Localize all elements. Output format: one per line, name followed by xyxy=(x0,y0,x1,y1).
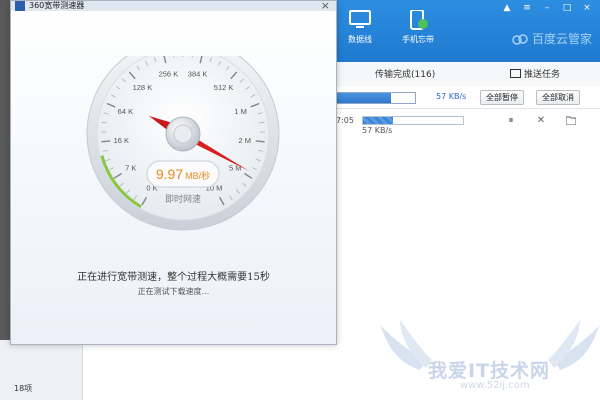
tool-phone-forgot[interactable]: 手机忘带 xyxy=(390,10,446,45)
app-left-sidebar: 18项 xyxy=(0,340,83,400)
bell-icon[interactable]: ▲ xyxy=(500,2,514,14)
gauge-tick-label: 7 K xyxy=(125,164,136,173)
transfer-tabs: 传输完成(116) 推送任务 xyxy=(330,62,600,87)
gauge-tick-label: 64 K xyxy=(118,107,133,116)
gauge-hub-center xyxy=(174,125,192,143)
minimize-icon[interactable]: – xyxy=(540,2,554,14)
push-icon xyxy=(510,69,521,78)
speed-value: 9.97 xyxy=(156,166,183,182)
pause-all-button[interactable]: 全部暂停 xyxy=(480,90,524,105)
dialog-title: 360宽带测速器 xyxy=(29,0,84,11)
task-time: 7:05 xyxy=(336,116,354,125)
dialog-body: 0 K 7 K 16 K 64 K 128 K 256 K 384 K 512 … xyxy=(11,11,336,344)
overall-speed: 57 KB/s xyxy=(436,92,466,101)
phone-cloud-icon xyxy=(407,10,429,30)
tool-label: 手机忘带 xyxy=(402,35,434,44)
gauge-tick-label: 1 M xyxy=(234,107,247,116)
dialog-title-bar: 360宽带测速器 × xyxy=(11,1,336,11)
gauge-major-tick xyxy=(256,141,265,142)
brand-name: 百度云管家 xyxy=(532,30,592,47)
watermark: 我爱IT技术网 www.52ij.com xyxy=(380,320,600,400)
gauge-label: 即时网速 xyxy=(165,193,201,205)
gauge-tick-label: 16 K xyxy=(114,136,129,145)
speed-test-dialog: 360宽带测速器 × 0 K xyxy=(10,0,337,345)
gauge-tick-label: 2 M xyxy=(238,136,251,145)
gauge-tick-label: 512 K xyxy=(214,83,234,92)
cloud-icon xyxy=(512,33,528,45)
watermark-url: www.52ij.com xyxy=(460,380,530,391)
app-toolbar: ▲ ≡ – □ × 数据线 手机忘带 百度云管家 xyxy=(330,0,600,62)
transfer-summary-row: 57 KB/s 全部暂停 全部取消 xyxy=(330,86,600,109)
app-icon xyxy=(15,1,25,11)
tool-data-cable[interactable]: 数据线 xyxy=(332,10,388,45)
overall-progress-fill xyxy=(335,93,391,103)
watermark-text: 我爱IT技术网 xyxy=(428,356,550,383)
monitor-icon xyxy=(349,10,371,30)
gauge-tick-label: 128 K xyxy=(133,83,153,92)
task-speed: 57 KB/s xyxy=(362,126,392,135)
status-sub-text: 正在测试下载速度... xyxy=(11,286,336,297)
folder-icon[interactable] xyxy=(566,116,576,126)
tab-push-task[interactable]: 推送任务 xyxy=(510,67,560,80)
status-main-text: 正在进行宽带测速，整个过程大概需要15秒 xyxy=(11,268,336,283)
task-progress-bar xyxy=(362,116,464,125)
gauge-tick-label: 384 K xyxy=(188,70,208,79)
gauge-tick-label: 256 K xyxy=(159,70,179,79)
tool-label: 数据线 xyxy=(348,35,372,44)
task-row: 7:05 57 KB/s ⏸ ✕ xyxy=(330,110,600,140)
tab-completed[interactable]: 传输完成(116) xyxy=(375,67,435,80)
close-icon[interactable]: × xyxy=(580,2,594,14)
item-count: 18项 xyxy=(14,383,32,394)
gauge-major-tick xyxy=(101,141,110,142)
maximize-icon[interactable]: □ xyxy=(560,2,574,14)
brand-logo: 百度云管家 xyxy=(512,30,592,47)
tab-push-label: 推送任务 xyxy=(524,70,560,80)
cancel-all-button[interactable]: 全部取消 xyxy=(536,90,580,105)
speed-gauge: 0 K 7 K 16 K 64 K 128 K 256 K 384 K 512 … xyxy=(83,56,283,246)
cancel-icon[interactable]: ✕ xyxy=(536,116,546,126)
gauge-tick-label: 5 M xyxy=(229,164,242,173)
task-progress-fill xyxy=(363,117,393,124)
menu-icon[interactable]: ≡ xyxy=(520,2,534,14)
pause-icon[interactable]: ⏸ xyxy=(506,116,516,126)
overall-progress-bar xyxy=(334,92,416,104)
speed-unit: MB/秒 xyxy=(185,170,210,181)
